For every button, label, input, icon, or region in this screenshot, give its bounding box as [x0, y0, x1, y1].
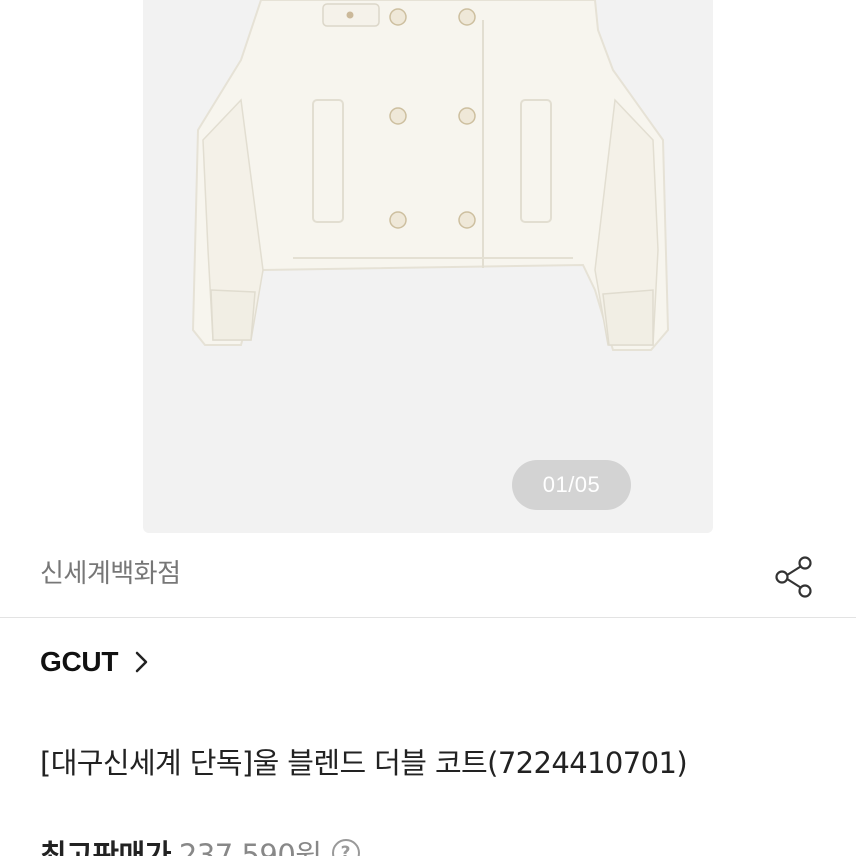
product-image[interactable]: 01/05 — [143, 0, 713, 533]
store-row: 신세계백화점 — [0, 533, 856, 618]
image-counter-text: 01/05 — [542, 472, 601, 497]
product-title: [대구신세계 단독]울 블렌드 더블 코트(7224410701) — [40, 746, 688, 780]
store-name[interactable]: 신세계백화점 — [40, 553, 181, 590]
share-icon — [775, 556, 812, 598]
coat-photo — [191, 0, 670, 351]
brand-name: GCUT — [40, 646, 119, 677]
chevron-right-icon — [135, 651, 148, 673]
price-row: 최고판매가 237,590원 ? — [40, 833, 360, 856]
brand-link[interactable]: GCUT — [40, 640, 152, 684]
help-circle-icon[interactable]: ? — [331, 839, 360, 856]
share-button[interactable] — [770, 553, 818, 601]
image-counter: 01/05 — [512, 460, 631, 510]
price-label: 최고판매가 — [40, 838, 171, 856]
price-value: 237,590원 — [178, 838, 322, 856]
